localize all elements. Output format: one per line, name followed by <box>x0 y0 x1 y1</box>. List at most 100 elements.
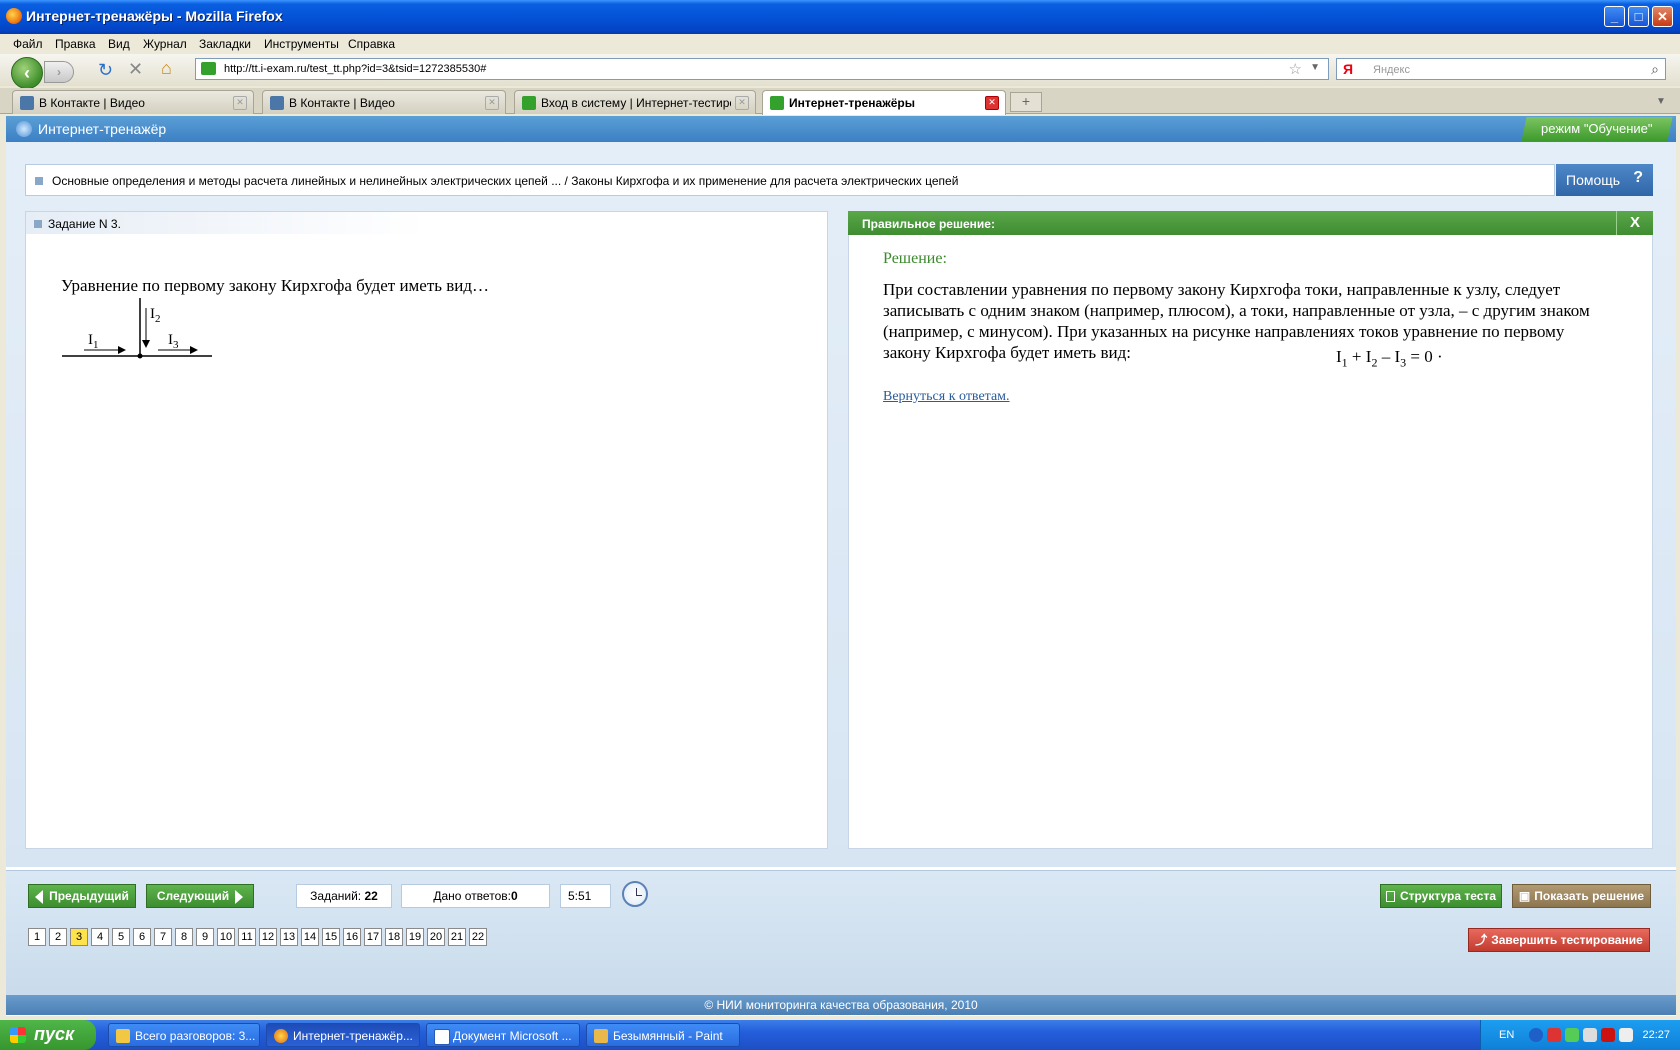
help-label: Помощь <box>1566 172 1621 188</box>
solution-text: При составлении уравнения по первому зак… <box>883 280 1590 362</box>
label-i2: I2 <box>150 306 161 325</box>
window-title-bar: Интернет-тренажёры - Mozilla Firefox _ □… <box>0 0 1680 34</box>
test-structure-button[interactable]: Структура теста <box>1380 884 1502 908</box>
page-number-button[interactable]: 8 <box>175 928 193 946</box>
help-button[interactable]: Помощь ? <box>1556 164 1653 196</box>
tray-volume-icon[interactable] <box>1619 1028 1633 1042</box>
menu-view[interactable]: Вид <box>108 37 130 51</box>
structure-icon <box>1385 891 1395 903</box>
page-number-button[interactable]: 7 <box>154 928 172 946</box>
breadcrumb: Основные определения и методы расчета ли… <box>25 164 1555 196</box>
clock-icon <box>622 881 648 907</box>
page-number-button[interactable]: 2 <box>49 928 67 946</box>
tab-list-icon[interactable]: ▼ <box>1656 96 1666 107</box>
search-input[interactable]: Яндекс <box>1373 64 1410 76</box>
arrow-left-icon <box>35 889 44 904</box>
question-text: Уравнение по первому закону Кирхгофа буд… <box>61 276 490 295</box>
iexam-icon <box>770 96 784 110</box>
maximize-button[interactable]: □ <box>1628 6 1649 27</box>
tray-arrow-icon[interactable] <box>1529 1028 1543 1042</box>
back-button[interactable]: ‹ <box>11 57 43 89</box>
page-number-button[interactable]: 20 <box>427 928 445 946</box>
close-window-button[interactable]: ✕ <box>1652 6 1673 27</box>
language-indicator[interactable]: EN <box>1499 1029 1514 1041</box>
finish-test-button[interactable]: ⤴ Завершить тестирование <box>1468 928 1650 952</box>
close-solution-button[interactable]: X <box>1616 211 1653 235</box>
solution-title: Решение: <box>883 250 947 267</box>
page-number-button[interactable]: 11 <box>238 928 256 946</box>
tab-close-icon[interactable]: ✕ <box>985 96 999 110</box>
vk-icon <box>270 96 284 110</box>
circuit-node-diagram: I1 I2 I3 <box>62 298 212 359</box>
menu-tools[interactable]: Инструменты <box>264 37 339 51</box>
tray-antivirus-icon[interactable] <box>1547 1028 1561 1042</box>
taskbar-item-chats[interactable]: Всего разговоров: 3... <box>108 1023 260 1047</box>
page-number-button[interactable]: 22 <box>469 928 487 946</box>
page-number-button[interactable]: 4 <box>91 928 109 946</box>
next-button[interactable]: Следующий <box>146 884 254 908</box>
tasks-count: Заданий: 22 <box>296 884 392 908</box>
tab-vk-video-2[interactable]: В Контакте | Видео ✕ <box>262 90 506 114</box>
new-tab-button[interactable]: + <box>1010 92 1042 112</box>
page-number-button[interactable]: 1 <box>28 928 46 946</box>
tray-v-icon[interactable] <box>1601 1028 1615 1042</box>
tab-close-icon[interactable]: ✕ <box>735 96 749 110</box>
page-number-button[interactable]: 5 <box>112 928 130 946</box>
menu-history[interactable]: Журнал <box>143 37 187 51</box>
page-number-button[interactable]: 12 <box>259 928 277 946</box>
clock-time: 22:27 <box>1642 1029 1670 1041</box>
page-number-button[interactable]: 9 <box>196 928 214 946</box>
label-i1: I1 <box>88 332 99 351</box>
bookmark-star-icon[interactable]: ☆ <box>1289 60 1302 78</box>
url-bar[interactable]: http://tt.i-exam.ru/test_tt.php?id=3&tsi… <box>195 58 1329 80</box>
page-number-button[interactable]: 13 <box>280 928 298 946</box>
url-text[interactable]: http://tt.i-exam.ru/test_tt.php?id=3&tsi… <box>224 63 486 75</box>
tray-network-icon[interactable] <box>1583 1028 1597 1042</box>
taskbar-item-word[interactable]: Документ Microsoft ... <box>426 1023 580 1047</box>
search-icon[interactable]: ⌕ <box>1651 61 1659 78</box>
page-number-button[interactable]: 16 <box>343 928 361 946</box>
show-solution-button[interactable]: ▣ Показать решение <box>1512 884 1651 908</box>
back-to-answers-link[interactable]: Вернуться к ответам. <box>883 389 1010 405</box>
search-bar[interactable]: Я Яндекс ⌕ <box>1336 58 1666 80</box>
menu-help[interactable]: Справка <box>348 37 395 51</box>
prev-button[interactable]: Предыдущий <box>28 884 136 908</box>
node-dot <box>137 353 143 359</box>
tab-login[interactable]: Вход в систему | Интернет-тестиров... ✕ <box>514 90 756 114</box>
start-button[interactable]: пуск <box>0 1020 96 1050</box>
page-number-button[interactable]: 3 <box>70 928 88 946</box>
minimize-button[interactable]: _ <box>1604 6 1625 27</box>
tab-trainers[interactable]: Интернет-тренажёры ✕ <box>762 90 1006 115</box>
paint-icon <box>594 1029 608 1043</box>
tab-close-icon[interactable]: ✕ <box>485 96 499 110</box>
page-number-button[interactable]: 15 <box>322 928 340 946</box>
page-number-button[interactable]: 19 <box>406 928 424 946</box>
book-icon: ▣ <box>1518 889 1531 903</box>
taskbar-item-firefox[interactable]: Интернет-тренажёр... <box>266 1023 420 1047</box>
menu-file[interactable]: Файл <box>13 37 43 51</box>
taskbar-item-paint[interactable]: Безымянный - Paint <box>586 1023 740 1047</box>
app-header: Интернет-тренажёр <box>6 116 1676 142</box>
page-number-button[interactable]: 10 <box>217 928 235 946</box>
forward-button[interactable]: › <box>44 61 74 83</box>
home-icon[interactable]: ⌂ <box>161 58 172 79</box>
solution-header-title: Правильное решение: <box>862 217 995 231</box>
stop-icon[interactable]: ✕ <box>128 59 143 80</box>
menu-edit[interactable]: Правка <box>55 37 96 51</box>
page-number-button[interactable]: 6 <box>133 928 151 946</box>
page-number-button[interactable]: 17 <box>364 928 382 946</box>
tab-close-icon[interactable]: ✕ <box>233 96 247 110</box>
page-number-button[interactable]: 18 <box>385 928 403 946</box>
label-i3: I3 <box>168 332 179 351</box>
tab-vk-video-1[interactable]: В Контакте | Видео ✕ <box>12 90 254 114</box>
arrowhead-i1 <box>118 346 126 354</box>
folder-icon <box>116 1029 130 1043</box>
reload-icon[interactable]: ↻ <box>98 60 113 81</box>
tray-icq-icon[interactable] <box>1565 1028 1579 1042</box>
firefox-icon <box>6 8 22 24</box>
page-number-button[interactable]: 21 <box>448 928 466 946</box>
page-number-button[interactable]: 14 <box>301 928 319 946</box>
url-dropdown-icon[interactable]: ▼ <box>1310 62 1320 73</box>
tab-label: Интернет-тренажёры <box>789 96 915 110</box>
menu-bookmarks[interactable]: Закладки <box>199 37 251 51</box>
